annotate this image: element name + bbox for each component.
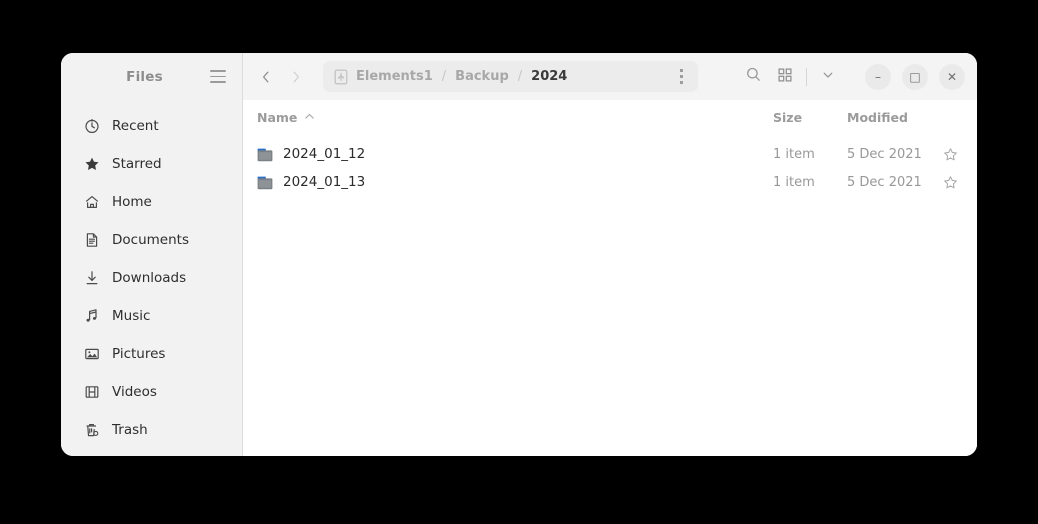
sidebar-item-videos[interactable]: Videos	[61, 373, 242, 411]
view-options-dropdown-button[interactable]	[812, 62, 844, 92]
column-header-label: Name	[257, 109, 298, 125]
sidebar-item-label: Videos	[112, 384, 157, 400]
hamburger-menu-icon[interactable]	[210, 70, 226, 83]
sidebar-item-label: Documents	[112, 232, 189, 248]
download-arrow-icon	[83, 270, 100, 287]
toolbar-divider	[806, 67, 807, 86]
music-note-icon	[83, 308, 100, 325]
more-options-vertical-icon[interactable]	[670, 64, 692, 90]
file-modified: 5 Dec 2021	[847, 146, 922, 162]
close-icon: ✕	[946, 69, 958, 84]
search-icon	[745, 66, 762, 87]
sidebar-item-label: Starred	[112, 156, 162, 172]
star-filled-icon	[83, 156, 100, 173]
table-row[interactable]: 2024_01_12 1 item 5 Dec 2021	[243, 140, 977, 168]
minimize-button[interactable]: –	[865, 63, 891, 90]
sidebar-item-label: Music	[112, 308, 151, 324]
trash-icon	[83, 422, 100, 439]
file-list: 2024_01_12 1 item 5 Dec 2021 2024_01_13 …	[243, 134, 977, 456]
breadcrumb-item-backup[interactable]: Backup	[455, 69, 509, 84]
sidebar-title: Files	[126, 68, 163, 85]
maximize-button[interactable]: □	[902, 63, 928, 90]
breadcrumb-separator: /	[517, 69, 523, 84]
sort-ascending-icon	[304, 110, 315, 125]
maximize-icon: □	[909, 69, 921, 84]
folder-icon	[257, 175, 273, 190]
file-name-cell: 2024_01_12	[257, 146, 773, 162]
sidebar: Files Recent Starred Home Documents Down…	[61, 53, 243, 456]
forward-button[interactable]	[281, 62, 311, 92]
column-header-name[interactable]: Name	[257, 110, 773, 125]
sidebar-item-recent[interactable]: Recent	[61, 107, 242, 145]
minimize-icon: –	[875, 69, 881, 84]
chevron-left-icon	[259, 70, 273, 84]
headerbar-right-controls: – □ ✕	[737, 62, 965, 92]
breadcrumb: Elements1 / Backup / 2024	[333, 68, 670, 85]
close-button[interactable]: ✕	[939, 63, 965, 90]
chevron-right-icon	[289, 70, 303, 84]
picture-icon	[83, 346, 100, 363]
back-button[interactable]	[251, 62, 281, 92]
sidebar-item-pictures[interactable]: Pictures	[61, 335, 242, 373]
sidebar-item-starred[interactable]: Starred	[61, 145, 242, 183]
star-outline-icon[interactable]	[943, 175, 977, 190]
file-size: 1 item	[773, 146, 815, 162]
sidebar-item-label: Trash	[112, 422, 148, 438]
breadcrumb-separator: /	[441, 69, 447, 84]
usb-drive-icon	[333, 68, 348, 85]
sidebar-item-music[interactable]: Music	[61, 297, 242, 335]
breadcrumb-item-elements1[interactable]: Elements1	[356, 69, 433, 84]
grid-view-icon	[777, 67, 793, 87]
sidebar-item-label: Downloads	[112, 270, 187, 286]
sidebar-item-label: Pictures	[112, 346, 166, 362]
sidebar-item-list: Recent Starred Home Documents Downloads …	[61, 100, 242, 449]
chevron-down-icon	[821, 67, 835, 86]
file-size: 1 item	[773, 174, 815, 190]
sidebar-item-label: Home	[112, 194, 152, 210]
star-outline-icon[interactable]	[943, 147, 977, 162]
column-header-label: Modified	[847, 109, 908, 125]
sidebar-header: Files	[61, 53, 242, 100]
sidebar-item-label: Recent	[112, 118, 159, 134]
sidebar-item-documents[interactable]: Documents	[61, 221, 242, 259]
file-manager-window: Files Recent Starred Home Documents Down…	[61, 53, 977, 456]
headerbar: Elements1 / Backup / 2024 – □ ✕	[243, 53, 977, 100]
sidebar-item-trash[interactable]: Trash	[61, 411, 242, 449]
column-header-size[interactable]: Size	[773, 110, 847, 125]
clock-icon	[83, 118, 100, 135]
breadcrumb-pathbar[interactable]: Elements1 / Backup / 2024	[323, 61, 698, 92]
sidebar-item-downloads[interactable]: Downloads	[61, 259, 242, 297]
file-modified: 5 Dec 2021	[847, 174, 922, 190]
film-strip-icon	[83, 384, 100, 401]
table-row[interactable]: 2024_01_13 1 item 5 Dec 2021	[243, 168, 977, 196]
sidebar-item-home[interactable]: Home	[61, 183, 242, 221]
breadcrumb-item-2024[interactable]: 2024	[531, 69, 567, 84]
file-name-cell: 2024_01_13	[257, 174, 773, 190]
column-header-modified[interactable]: Modified	[847, 110, 943, 125]
home-icon	[83, 194, 100, 211]
document-icon	[83, 232, 100, 249]
main-area: Elements1 / Backup / 2024 – □ ✕ Name Siz…	[243, 53, 977, 456]
column-header-label: Size	[773, 109, 803, 125]
file-name: 2024_01_13	[283, 174, 366, 190]
grid-view-button[interactable]	[769, 62, 801, 92]
file-name: 2024_01_12	[283, 146, 366, 162]
column-headers: Name Size Modified	[243, 100, 977, 134]
search-button[interactable]	[737, 62, 769, 92]
folder-icon	[257, 147, 273, 162]
